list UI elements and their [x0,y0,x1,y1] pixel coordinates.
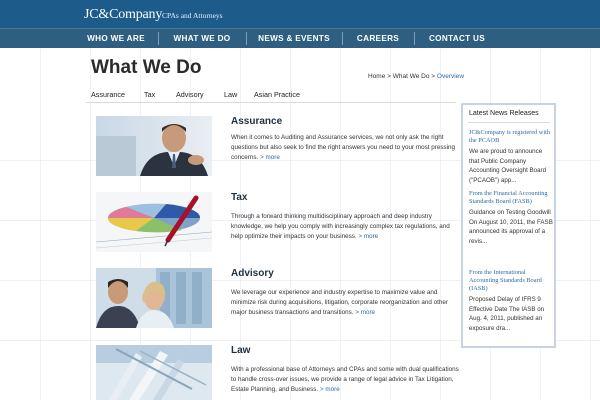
tax-text: Through a forward thinking multidiscipli… [231,213,450,240]
news-item: From the Financial Accounting Standards … [469,190,553,246]
news-item-title[interactable]: From the International Accounting Standa… [469,269,553,293]
company-logo[interactable]: JC&Company [84,7,162,23]
advisory-heading: Advisory [231,268,274,279]
nav-divider [342,32,343,45]
advisory-more-link[interactable]: > more [355,309,375,316]
news-panel: Latest News Releases JC&Company is regis… [461,103,556,348]
news-item-summary: Proposed Delay of IFRS 9 Effective Date … [469,296,545,332]
section-law: Law With a professional base of Attorney… [96,345,459,400]
assurance-description: When it comes to Auditing and Assurance … [231,133,461,163]
news-item-title[interactable]: From the Financial Accounting Standards … [469,190,553,206]
main-nav: WHO WE ARE WHAT WE DO NEWS & EVENTS CARE… [0,28,600,48]
news-item-summary: We are proud to announce that Public Com… [469,148,547,184]
page-title: What We Do [91,57,202,78]
tax-description: Through a forward thinking multidiscipli… [231,212,461,242]
breadcrumb-what-we-do[interactable]: What We Do [393,73,430,80]
assurance-image [96,116,212,176]
section-assurance: Assurance When it comes to Auditing and … [96,116,456,180]
nav-divider [246,32,247,45]
advisory-description: We leverage our experience and industry … [231,288,461,318]
news-divider [468,122,550,123]
section-tax: Tax Through a forward thinking multidisc… [96,192,456,256]
news-item-title[interactable]: JC&Company is registered with the PCAOB [469,129,553,145]
tax-heading: Tax [231,192,248,203]
breadcrumb-current: Overview [436,73,465,80]
section-advisory: Advisory We leverage our experience and … [96,268,456,332]
news-item: JC&Company is registered with the PCAOB … [469,129,553,185]
subnav-asian-practice[interactable]: Asian Practice [254,90,300,99]
law-description: With a professional base of Attorneys an… [231,365,461,395]
law-more-link[interactable]: > more [320,386,340,393]
subnav-divider [86,102,456,103]
nav-what-we-do[interactable]: WHAT WE DO [162,29,242,48]
law-heading: Law [231,345,251,356]
news-item: From the International Accounting Standa… [469,269,553,333]
tax-image [96,192,212,252]
breadcrumb-separator: > [429,73,437,80]
nav-divider [414,32,415,45]
breadcrumb-home[interactable]: Home [368,73,385,80]
law-text: With a professional base of Attorneys an… [231,366,459,393]
nav-contact-us[interactable]: CONTACT US [418,29,496,48]
news-item-summary: Guidance on Testing Goodwill On August 1… [469,209,553,245]
assurance-more-link[interactable]: > more [260,154,280,161]
assurance-heading: Assurance [231,116,283,127]
subnav-advisory[interactable]: Advisory [176,90,204,99]
subnav-tax[interactable]: Tax [144,90,155,99]
nav-news-events[interactable]: NEWS & EVENTS [250,29,338,48]
tax-more-link[interactable]: > more [358,233,378,240]
news-heading: Latest News Releases [469,110,539,117]
breadcrumb: Home > What We Do > Overview [368,73,464,80]
advisory-image [96,268,212,328]
nav-divider [158,32,159,45]
subnav-assurance[interactable]: Assurance [91,90,125,99]
nav-careers[interactable]: CAREERS [346,29,410,48]
breadcrumb-separator: > [385,73,393,80]
subnav-law[interactable]: Law [224,90,237,99]
law-image [96,345,212,400]
nav-who-we-are[interactable]: WHO WE ARE [78,29,154,48]
site-header: JC&Company CPAs and Attorneys [0,0,600,28]
company-tagline: CPAs and Attorneys [162,11,223,20]
advisory-text: We leverage our experience and industry … [231,289,449,316]
